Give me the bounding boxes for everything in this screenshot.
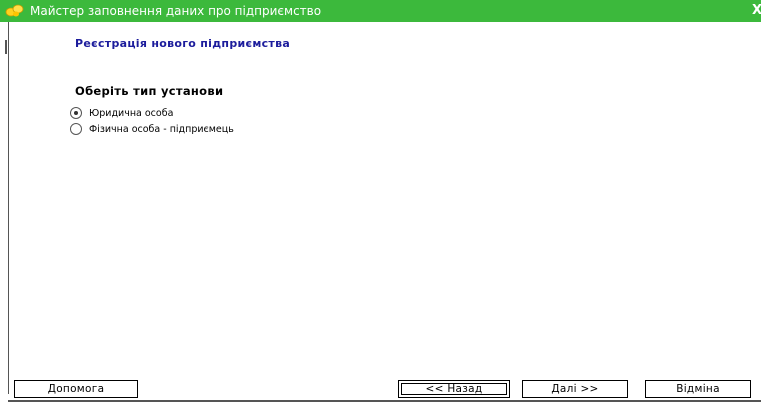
window-title: Майстер заповнення даних про підприємств…: [30, 4, 322, 18]
back-button[interactable]: << Назад: [398, 380, 510, 398]
left-frame-tick: [5, 40, 7, 54]
cancel-button[interactable]: Відміна: [645, 380, 751, 398]
wizard-window: Майстер заповнення даних про підприємств…: [0, 0, 761, 405]
left-frame-border: [8, 22, 9, 394]
radio-option-legal-entity[interactable]: Юридична особа: [70, 106, 173, 120]
radio-option-individual-entrepreneur[interactable]: Фізична особа - підприємець: [70, 122, 234, 136]
app-icon: [4, 2, 26, 20]
page-heading: Реєстрація нового підприємства: [75, 37, 291, 50]
radio-label-individual-entrepreneur: Фізична особа - підприємець: [89, 123, 234, 135]
bottom-frame-border: [8, 400, 761, 402]
close-icon[interactable]: X: [752, 3, 761, 19]
radio-label-legal-entity: Юридична особа: [89, 107, 174, 119]
radio-button-checked[interactable]: [70, 107, 82, 119]
title-bar[interactable]: Майстер заповнення даних про підприємств…: [0, 0, 761, 22]
help-button[interactable]: Допомога: [14, 380, 138, 398]
entity-type-group-label: Оберіть тип установи: [75, 84, 224, 98]
radio-button-unchecked[interactable]: [70, 123, 82, 135]
next-button[interactable]: Далі >>: [522, 380, 628, 398]
